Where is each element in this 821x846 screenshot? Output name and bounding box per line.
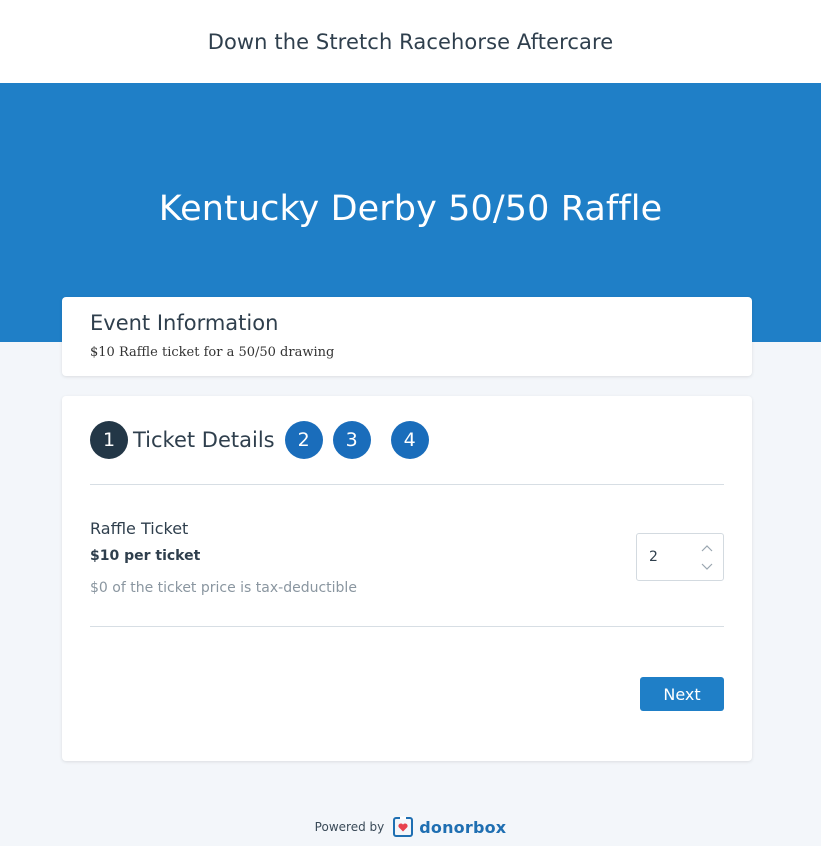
divider	[90, 484, 724, 485]
ticket-form-card: 1 Ticket Details 2 3 4 Raffle Ticket $10…	[62, 396, 752, 761]
divider	[90, 626, 724, 627]
event-info-description: $10 Raffle ticket for a 50/50 drawing	[90, 345, 335, 360]
page: Down the Stretch Racehorse Aftercare Ken…	[0, 0, 821, 846]
step-3[interactable]: 3	[332, 421, 371, 459]
org-name: Down the Stretch Racehorse Aftercare	[207, 29, 614, 54]
donorbox-brand[interactable]: donorbox	[419, 818, 506, 837]
step-2[interactable]: 2	[284, 421, 323, 459]
campaign-title: Kentucky Derby 50/50 Raffle	[158, 189, 663, 229]
chevron-up-icon[interactable]	[700, 542, 714, 554]
event-info-card: Event Information $10 Raffle ticket for …	[62, 297, 752, 376]
ticket-tax-note: $0 of the ticket price is tax-deductible	[90, 580, 357, 596]
step-1: 1	[90, 421, 128, 459]
quantity-value[interactable]: 2	[649, 549, 658, 565]
step-indicator: 1 Ticket Details 2 3 4	[90, 421, 429, 459]
top-bar: Down the Stretch Racehorse Aftercare	[0, 0, 821, 83]
ticket-price: $10 per ticket	[90, 548, 201, 564]
step-4[interactable]: 4	[390, 421, 429, 459]
donorbox-logo-icon[interactable]	[392, 816, 414, 838]
footer: Powered by donorbox	[0, 815, 821, 839]
ticket-name: Raffle Ticket	[90, 519, 189, 538]
step-1-label: Ticket Details	[133, 428, 275, 452]
event-info-heading: Event Information	[90, 311, 279, 335]
quantity-stepper[interactable]: 2	[636, 533, 724, 581]
next-button[interactable]: Next	[640, 677, 724, 711]
chevron-down-icon[interactable]	[700, 560, 714, 572]
powered-by-label: Powered by	[314, 820, 385, 834]
